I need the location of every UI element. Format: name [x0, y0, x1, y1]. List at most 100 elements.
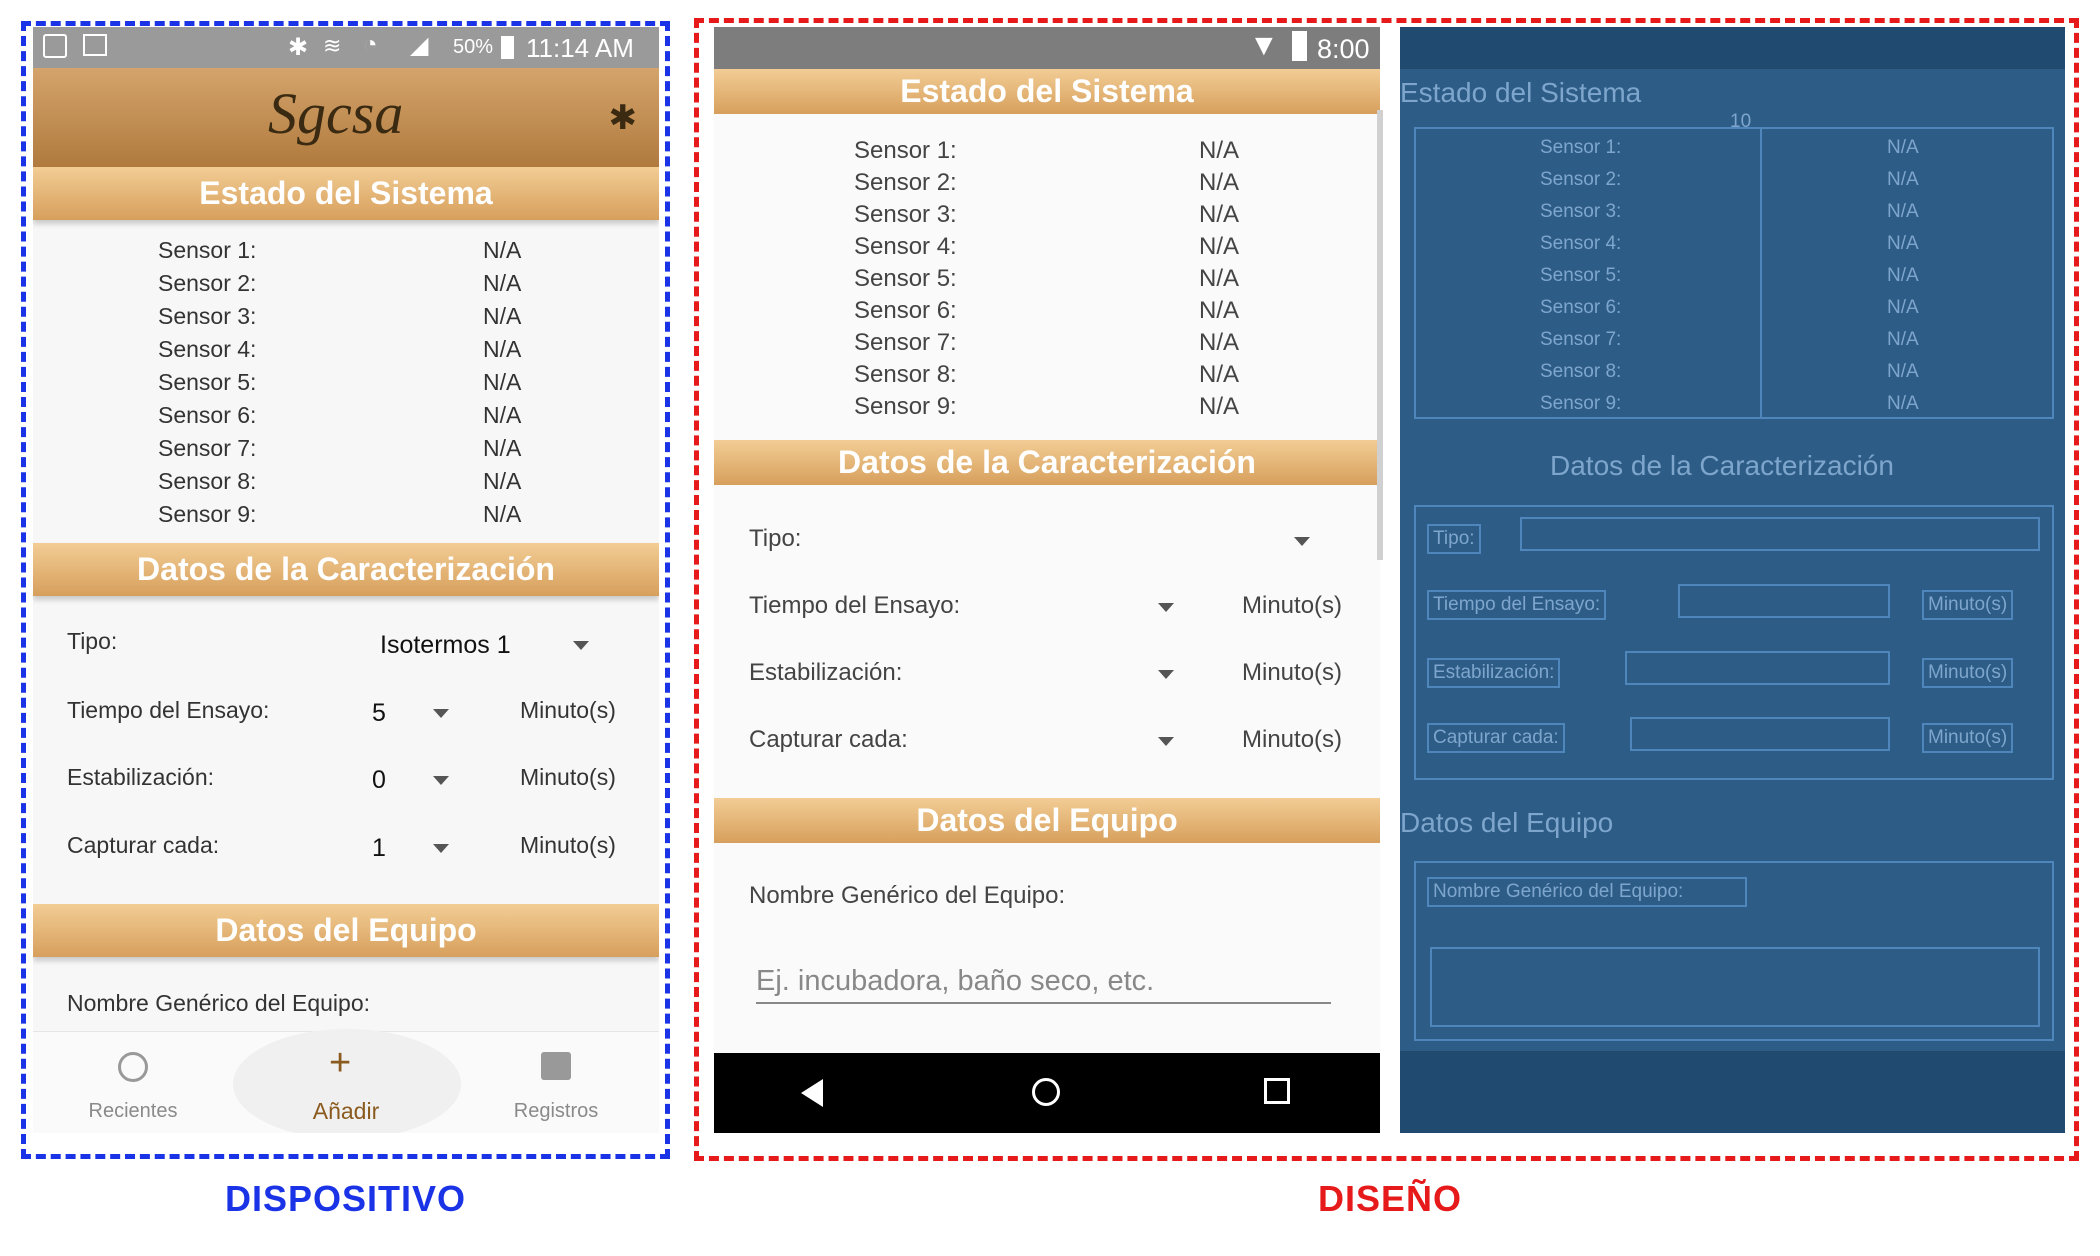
sensor-label: Sensor 5:	[854, 265, 957, 292]
unit-label: Minuto(s)	[1242, 592, 1343, 619]
sensor-label: Sensor 2:	[854, 169, 957, 196]
sensor-label: Sensor 3:	[158, 303, 257, 329]
archive-icon[interactable]	[541, 1052, 571, 1080]
chevron-down-icon[interactable]	[1158, 603, 1174, 612]
sensor-value: N/A	[1199, 233, 1240, 260]
unit-label: Minuto(s)	[1242, 659, 1343, 686]
wifi-icon: ▼	[1249, 29, 1279, 62]
battery-icon	[501, 36, 514, 59]
captura-label: Capturar cada:	[1427, 723, 1565, 753]
sensor-label: Sensor 9:	[1540, 393, 1622, 414]
sensor-value: N/A	[483, 402, 522, 428]
home-icon[interactable]	[1032, 1078, 1060, 1106]
blueprint-captura-spinner	[1630, 717, 1890, 751]
tiempo-label: Tiempo del Ensayo:	[67, 697, 270, 723]
app-bar: Sgcsa ✱	[33, 68, 659, 167]
chevron-down-icon[interactable]	[573, 641, 589, 650]
nombre-input[interactable]: Ej. incubadora, baño seco, etc.	[756, 965, 1331, 1004]
chevron-down-icon[interactable]	[1158, 670, 1174, 679]
sensor-label: Sensor 2:	[1540, 169, 1622, 190]
blueprint-tipo-spinner	[1520, 517, 2040, 551]
nombre-label: Nombre Genérico del Equipo:	[749, 882, 1066, 909]
captura-label: Capturar cada:	[67, 832, 220, 858]
signal-icon: ◢	[410, 32, 429, 59]
notification-icon	[43, 34, 67, 58]
sensor-value: N/A	[1199, 329, 1240, 356]
tipo-label: Tipo:	[1427, 524, 1481, 554]
blueprint-nombre-input	[1430, 947, 2040, 1027]
nav-anadir[interactable]: Añadir	[246, 1098, 446, 1125]
blueprint-tiempo-spinner	[1678, 584, 1890, 618]
estab-label: Estabilización:	[749, 659, 903, 686]
unit-label: Minuto(s)	[1922, 658, 2014, 688]
clock: 11:14 AM	[526, 33, 634, 63]
chevron-down-icon[interactable]	[433, 776, 449, 785]
sensor-label: Sensor 4:	[1540, 233, 1622, 254]
estab-select[interactable]: 0	[372, 766, 386, 795]
battery-level: 50%	[453, 36, 494, 58]
unit-label: Minuto(s)	[1922, 590, 2014, 620]
sensor-value: N/A	[1887, 393, 1919, 414]
sensor-value: N/A	[1199, 393, 1240, 420]
tiempo-label: Tiempo del Ensayo:	[749, 592, 961, 619]
nav-registros[interactable]: Registros	[456, 1100, 656, 1123]
chevron-down-icon[interactable]	[1294, 537, 1310, 546]
image-icon	[83, 34, 107, 56]
clock-icon[interactable]	[118, 1052, 148, 1082]
sensor-value: N/A	[483, 501, 522, 527]
app-logo: Sgcsa	[268, 81, 404, 146]
sensor-value: N/A	[1199, 265, 1240, 292]
sensor-label: Sensor 1:	[1540, 137, 1622, 158]
sensor-label: Sensor 1:	[158, 237, 257, 263]
sensor-value: N/A	[483, 270, 522, 296]
bluetooth-connect-icon[interactable]: ✱	[609, 98, 638, 138]
back-icon[interactable]	[801, 1079, 823, 1107]
sensor-label: Sensor 2:	[158, 270, 257, 296]
design-status-bar: ▼ 8:00	[714, 27, 1380, 69]
sensor-label: Sensor 6:	[1540, 297, 1622, 318]
tipo-label: Tipo:	[67, 628, 118, 654]
nav-recientes[interactable]: Recientes	[33, 1100, 233, 1123]
nombre-label: Nombre Genérico del Equipo:	[1427, 877, 1747, 907]
sensor-label: Sensor 7:	[854, 329, 957, 356]
chevron-down-icon[interactable]	[1158, 737, 1174, 746]
design-section-equipo: Datos del Equipo	[714, 798, 1380, 843]
sensor-value: N/A	[1887, 169, 1919, 190]
caption-device: DISPOSITIVO	[225, 1178, 467, 1219]
sensor-value: N/A	[483, 435, 522, 461]
device-screen: ✱ ≋ ◔ ◢ 50% 11:14 AM Sgcsa ✱ Estado del …	[33, 27, 659, 1133]
sensor-value: N/A	[1887, 137, 1919, 158]
sensor-value: N/A	[1199, 297, 1240, 324]
chevron-down-icon[interactable]	[433, 844, 449, 853]
sensor-label: Sensor 3:	[854, 201, 957, 228]
sensor-value: N/A	[1199, 169, 1240, 196]
blueprint-sensor-table	[1414, 127, 2054, 419]
captura-select[interactable]: 1	[372, 834, 386, 863]
bottom-navigation: Recientes + Añadir Registros	[33, 1029, 659, 1133]
chevron-down-icon[interactable]	[433, 709, 449, 718]
sensor-label: Sensor 6:	[854, 297, 957, 324]
design-clock: 8:00	[1317, 34, 1370, 64]
sensor-label: Sensor 6:	[158, 402, 257, 428]
unit-label: Minuto(s)	[520, 832, 616, 858]
add-icon[interactable]: +	[329, 1042, 351, 1085]
sensor-label: Sensor 1:	[854, 137, 957, 164]
tiempo-select[interactable]: 5	[372, 699, 386, 728]
recents-icon[interactable]	[1264, 1078, 1290, 1104]
sensor-label: Sensor 4:	[854, 233, 957, 260]
unit-label: Minuto(s)	[520, 697, 616, 723]
sensor-value: N/A	[483, 336, 522, 362]
android-nav-bar	[714, 1053, 1380, 1133]
design-section-datos: Datos de la Caracterización	[714, 440, 1380, 485]
scrollbar[interactable]	[1377, 110, 1383, 560]
design-preview: ▼ 8:00 Estado del Sistema Sensor 1: N/A …	[714, 27, 1380, 1133]
sensor-value: N/A	[1887, 297, 1919, 318]
vibrate-icon: ≋	[323, 33, 342, 58]
sensor-value: N/A	[1887, 233, 1919, 254]
sensor-label: Sensor 8:	[1540, 361, 1622, 382]
sensor-label: Sensor 5:	[1540, 265, 1622, 286]
sensor-label: Sensor 4:	[158, 336, 257, 362]
sensor-label: Sensor 9:	[158, 501, 257, 527]
blueprint-view: Estado del Sistema 10 Sensor 1: N/A Sens…	[1400, 27, 2065, 1133]
tipo-select[interactable]: Isotermos 1	[380, 631, 511, 660]
